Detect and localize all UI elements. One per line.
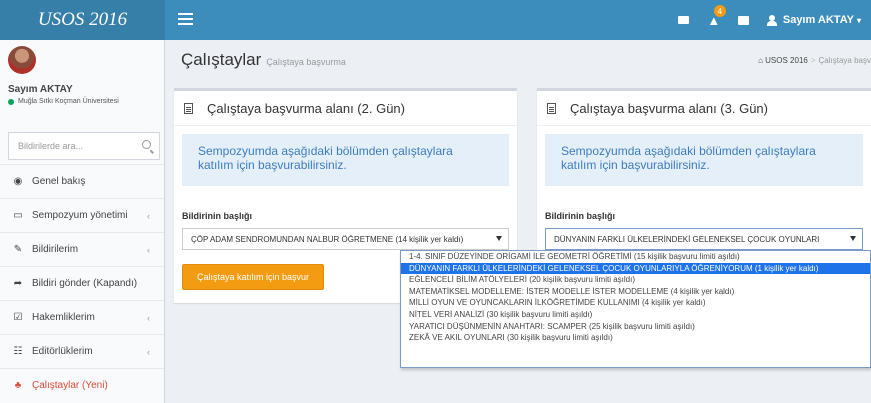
page-title: Çalıştaylar Çalıştaya başvurma [181, 50, 346, 70]
user-icon [766, 14, 777, 26]
dropdown-option[interactable]: MİLLİ OYUN VE OYUNCAKLARIN İLKÖĞRETİMDE … [401, 297, 870, 309]
dropdown-option[interactable]: 1-4. SINIF DÜZEYİNDE ORİGAMİ İLE GEOMETR… [401, 251, 870, 263]
sidebar-item-editorluklerim[interactable]: ☷ Editörlüklerim ‹ [0, 334, 164, 368]
online-status-icon [8, 98, 14, 105]
sidebar-item-bildiri-gonder[interactable]: ➦ Bildiri gönder (Kapandı) [0, 266, 164, 300]
sidebar-item-sempozyum-yonetimi[interactable]: ▭ Sempozyum yönetimi ‹ [0, 198, 164, 232]
search-placeholder: Bildirilerde ara... [18, 141, 84, 151]
messages-button[interactable] [669, 0, 699, 40]
chevron-left-icon: ‹ [147, 210, 150, 221]
breadcrumb-home[interactable]: USOS 2016 [765, 56, 808, 65]
app-title: USOS 2016 [37, 9, 128, 30]
chevron-left-icon: ‹ [147, 244, 150, 255]
university-label: Muğla Sıtkı Koçman Üniversitesi [18, 98, 119, 105]
envelope-icon [678, 16, 690, 24]
field-label: Bildirinin başlığı [545, 211, 616, 221]
tasks-button[interactable] [729, 0, 759, 40]
share-icon: ➦ [13, 278, 23, 289]
dropdown-option[interactable]: MATEMATİKSEL MODELLEME: İSTER MODELLE İS… [401, 286, 870, 298]
select-value: DÜNYANIN FARKLI ÜLKELERİNDEKİ GELENEKSEL… [554, 235, 820, 244]
callout-line: Sempozyumda aşağıdaki bölümden çalıştayl… [198, 144, 453, 158]
info-callout: Sempozyumda aşağıdaki bölümden çalıştayl… [545, 134, 863, 186]
box-title-text: Çalıştaya başvurma alanı (3. Gün) [570, 101, 768, 116]
sidebar-item-label: Bildirilerim [32, 244, 79, 255]
callout-line: katılım için başvurabilirsiniz. [198, 158, 347, 172]
sidebar-university: Muğla Sıtkı Koçman Üniversitesi [8, 98, 119, 105]
sidebar-item-label: Hakemliklerim [32, 312, 95, 323]
sidebar-item-bildirilerim[interactable]: ✎ Bildirilerim ‹ [0, 232, 164, 266]
document-icon [184, 103, 193, 114]
breadcrumb-separator: > [810, 56, 816, 65]
dashboard-icon: ◉ [13, 176, 23, 187]
dropdown-option[interactable]: YARATICI DÜŞÜNMENİN ANAHTARI: SCAMPER (2… [401, 321, 870, 333]
dropdown-option[interactable]: ZEKÂ VE AKIL OYUNLARI (30 kişilik başvur… [401, 332, 870, 344]
document-icon [547, 103, 556, 114]
apply-button[interactable]: Çalıştaya katılım için başvur [182, 264, 324, 290]
chevron-left-icon: ‹ [147, 346, 150, 357]
page-subtitle: Çalıştaya başvurma [266, 57, 346, 67]
sidebar-user-name: Sayım AKTAY [8, 84, 73, 95]
select-value: ÇÖP ADAM SENDROMUNDAN NALBUR ÖĞRETMENE (… [191, 235, 464, 244]
box-title-text: Çalıştaya başvurma alanı (2. Gün) [207, 101, 405, 116]
dropdown-option[interactable]: NİTEL VERİ ANALİZİ (30 kişilik başvuru l… [401, 309, 870, 321]
chevron-left-icon: ‹ [147, 312, 150, 323]
breadcrumb-current: Çalıştaya başv [818, 56, 871, 65]
workshop-select-day2[interactable]: ÇÖP ADAM SENDROMUNDAN NALBUR ÖĞRETMENE (… [182, 228, 509, 250]
info-callout: Sempozyumda aşağıdaki bölümden çalıştayl… [182, 134, 509, 186]
app-logo[interactable]: USOS 2016 [0, 0, 165, 40]
sidebar-item-label: Sempozyum yönetimi [32, 210, 128, 221]
caret-down-icon [850, 236, 856, 241]
sidebar-menu: ◉ Genel bakış ▭ Sempozyum yönetimi ‹ ✎ Bildi… [0, 164, 164, 402]
sidebar-item-label: Bildiri gönder (Kapandı) [32, 278, 138, 289]
search-input[interactable]: Bildirilerde ara... [8, 132, 160, 160]
field-label: Bildirinin başlığı [182, 211, 253, 221]
callout-line: katılım için başvurabilirsiniz. [561, 158, 710, 172]
notifications-button[interactable]: ▲ 4 [699, 0, 729, 40]
sidebar-item-label: Editörlüklerim [32, 346, 93, 357]
edit-icon: ✎ [13, 244, 23, 255]
page-title-text: Çalıştaylar [181, 50, 262, 69]
notification-badge: 4 [713, 5, 726, 17]
user-menu-name: Sayım AKTAY [782, 14, 854, 26]
sidebar-toggle-icon[interactable] [178, 13, 193, 25]
dropdown-option[interactable]: DÜNYANIN FARKLI ÜLKELERİNDEKİ GELENEKSEL… [401, 262, 870, 275]
search-icon[interactable] [142, 140, 151, 149]
box-title: Çalıştaya başvurma alanı (2. Gün) [184, 101, 405, 116]
sidebar-item-hakemliklerim[interactable]: ☑ Hakemliklerim ‹ [0, 300, 164, 334]
box-title: Çalıştaya başvurma alanı (3. Gün) [547, 101, 768, 116]
sidebar-item-label: Çalıştaylar (Yeni) [32, 380, 108, 391]
home-icon: ⌂ [758, 56, 763, 65]
caret-down-icon: ▾ [856, 15, 861, 25]
list-icon [738, 15, 750, 25]
caret-down-icon [496, 236, 502, 241]
top-navbar: ▲ 4 Sayım AKTAY ▾ [165, 0, 871, 40]
group-icon: ☷ [13, 346, 23, 357]
user-menu[interactable]: Sayım AKTAY ▾ [759, 14, 871, 26]
sidebar: Sayım AKTAY Muğla Sıtkı Koçman Üniversit… [0, 40, 165, 403]
sidebar-item-label: Genel bakış [32, 176, 86, 187]
avatar [8, 46, 36, 74]
workshop-select-day3[interactable]: DÜNYANIN FARKLI ÜLKELERİNDEKİ GELENEKSEL… [545, 228, 863, 250]
callout-line: Sempozyumda aşağıdaki bölümden çalıştayl… [561, 144, 816, 158]
workshop-dropdown-list: 1-4. SINIF DÜZEYİNDE ORİGAMİ İLE GEOMETR… [400, 250, 871, 368]
sitemap-icon: ♣ [14, 380, 22, 391]
sidebar-item-genel-bakis[interactable]: ◉ Genel bakış [0, 164, 164, 198]
desktop-icon: ▭ [13, 210, 23, 221]
checkbox-icon: ☑ [13, 312, 23, 323]
dropdown-option[interactable]: EĞLENCELİ BİLİM ATÖLYELERİ (20 kişilik b… [401, 274, 870, 286]
sidebar-item-calistaylar[interactable]: ♣ Çalıştaylar (Yeni) [0, 368, 164, 402]
breadcrumb: ⌂ USOS 2016 > Çalıştaya başv [758, 56, 871, 65]
